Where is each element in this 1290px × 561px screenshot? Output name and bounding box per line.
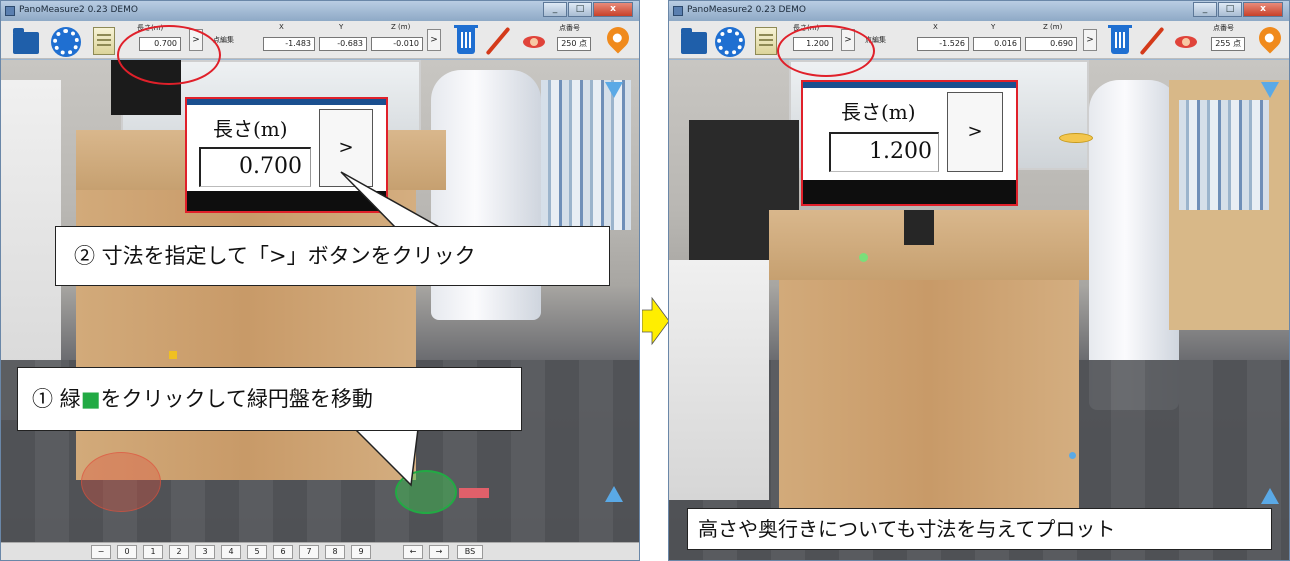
yellow-arrow-icon xyxy=(642,296,670,346)
key-9[interactable]: 9 xyxy=(351,545,371,559)
x-label: X xyxy=(279,23,284,31)
nav-down-triangle[interactable] xyxy=(1261,82,1279,98)
left-window-title: PanoMeasure2 0.23 DEMO xyxy=(19,5,138,15)
left-panorama-view[interactable]: 長さ(m) 0.700 > xyxy=(1,60,639,560)
close-button[interactable]: x xyxy=(1243,2,1283,17)
x-input[interactable]: -1.526 xyxy=(917,37,969,51)
location-pin-icon[interactable] xyxy=(602,22,634,54)
keypad-strip: − 0 1 2 3 4 5 6 7 8 9 ← → BS xyxy=(1,542,639,560)
y-input[interactable]: 0.016 xyxy=(973,37,1021,51)
x-input[interactable]: -1.483 xyxy=(263,37,315,51)
right-window-title: PanoMeasure2 0.23 DEMO xyxy=(687,5,806,15)
minimize-button[interactable]: _ xyxy=(543,2,567,17)
maximize-button[interactable]: □ xyxy=(568,2,592,17)
left-callout-tails xyxy=(329,171,444,487)
key-right-arrow[interactable]: → xyxy=(429,545,449,559)
left-window-controls: _ □ x xyxy=(543,2,633,18)
ruler-icon[interactable] xyxy=(485,26,509,56)
document-icon[interactable] xyxy=(93,27,115,55)
coord-go-button[interactable]: > xyxy=(1083,29,1097,51)
key-6[interactable]: 6 xyxy=(273,545,293,559)
app-icon xyxy=(673,6,683,16)
top-instruction-text: ② 寸法を指定して「>」ボタンをクリック xyxy=(74,244,476,268)
zoom-panel-header xyxy=(803,82,1016,88)
zoom-length-label: 長さ(m) xyxy=(841,100,916,124)
top-callout-tail xyxy=(340,171,444,229)
left-title-bar: PanoMeasure2 0.23 DEMO _ □ x xyxy=(1,1,639,21)
plot-caption: 高さや奥行きについても寸法を与えてプロット xyxy=(687,508,1272,550)
coord-go-button[interactable]: > xyxy=(427,29,441,51)
nav-up-triangle[interactable] xyxy=(1261,488,1279,504)
y-label: Y xyxy=(991,23,996,31)
folder-icon[interactable] xyxy=(13,28,39,54)
zoom-length-input[interactable]: 1.200 xyxy=(829,132,939,172)
green-square-icon: ■ xyxy=(80,387,101,411)
eye-icon[interactable] xyxy=(1175,36,1197,48)
right-title-bar: PanoMeasure2 0.23 DEMO _ □ x xyxy=(669,1,1289,21)
gear-icon[interactable] xyxy=(53,29,79,55)
point-number-label: 点番号 xyxy=(559,24,580,32)
top-instruction-callout: ② 寸法を指定して「>」ボタンをクリック xyxy=(55,226,610,286)
minimize-button[interactable]: _ xyxy=(1193,2,1217,17)
z-input[interactable]: -0.010 xyxy=(371,37,423,51)
zoom-panel-footer xyxy=(803,180,1016,204)
z-label: Z (m) xyxy=(1043,23,1063,31)
x-label: X xyxy=(933,23,938,31)
key-2[interactable]: 2 xyxy=(169,545,189,559)
key-0[interactable]: 0 xyxy=(117,545,137,559)
gear-icon[interactable] xyxy=(717,29,743,55)
bottom-instruction-prefix: ① 緑 xyxy=(32,387,81,411)
plot-caption-text: 高さや奥行きについても寸法を与えてプロット xyxy=(698,517,1116,541)
key-4[interactable]: 4 xyxy=(221,545,241,559)
bottom-instruction-callout: ① 緑■をクリックして緑円盤を移動 xyxy=(17,367,522,431)
desk-cabinet xyxy=(779,280,1079,520)
right-toolbar: 長さ(m) 1.200 > 点編集 X Y Z (m) -1.526 0.016… xyxy=(669,21,1289,59)
left-app-window: PanoMeasure2 0.23 DEMO _ □ x 長さ(m) 0.700… xyxy=(0,0,640,561)
yellow-disk[interactable] xyxy=(1059,133,1093,143)
key-backspace[interactable]: BS xyxy=(457,545,483,559)
bottom-instruction-suffix: をクリックして緑円盤を移動 xyxy=(100,387,373,411)
mug xyxy=(904,210,934,245)
white-cabinet xyxy=(669,260,769,500)
key-3[interactable]: 3 xyxy=(195,545,215,559)
location-pin-icon[interactable] xyxy=(1254,22,1286,54)
key-minus[interactable]: − xyxy=(91,545,111,559)
point-number-input[interactable]: 255 点 xyxy=(1211,37,1245,51)
folder-icon[interactable] xyxy=(681,28,707,54)
y-label: Y xyxy=(339,23,344,31)
close-button[interactable]: x xyxy=(593,2,633,17)
key-8[interactable]: 8 xyxy=(325,545,345,559)
app-icon xyxy=(5,6,15,16)
right-window-controls: _ □ x xyxy=(1193,2,1283,18)
key-left-arrow[interactable]: ← xyxy=(403,545,423,559)
right-panorama-view[interactable]: 長さ(m) 1.200 > xyxy=(669,60,1289,560)
point-number-label: 点番号 xyxy=(1213,24,1234,32)
z-label: Z (m) xyxy=(391,23,411,31)
maximize-button[interactable]: □ xyxy=(1218,2,1242,17)
blue-point[interactable] xyxy=(1069,452,1076,459)
trash-icon[interactable] xyxy=(454,25,478,54)
bookshelf-books xyxy=(1179,100,1269,210)
trash-icon[interactable] xyxy=(1108,25,1132,54)
zoom-go-button[interactable]: > xyxy=(947,92,1003,172)
z-input[interactable]: 0.690 xyxy=(1025,37,1077,51)
left-toolbar: 長さ(m) 0.700 > 点編集 X Y Z (m) -1.483 -0.68… xyxy=(1,21,639,59)
green-point[interactable] xyxy=(859,253,868,262)
length-highlight-ellipse xyxy=(777,25,875,77)
key-1[interactable]: 1 xyxy=(143,545,163,559)
length-zoom-panel: 長さ(m) 1.200 > xyxy=(801,80,1018,206)
point-number-input[interactable]: 250 点 xyxy=(557,37,591,51)
right-app-window: PanoMeasure2 0.23 DEMO _ □ x 長さ(m) 1.200… xyxy=(668,0,1290,561)
y-input[interactable]: -0.683 xyxy=(319,37,367,51)
key-5[interactable]: 5 xyxy=(247,545,267,559)
length-highlight-ellipse xyxy=(117,25,221,85)
ruler-icon[interactable] xyxy=(1139,26,1163,56)
eye-icon[interactable] xyxy=(523,36,545,48)
document-icon[interactable] xyxy=(755,27,777,55)
key-7[interactable]: 7 xyxy=(299,545,319,559)
